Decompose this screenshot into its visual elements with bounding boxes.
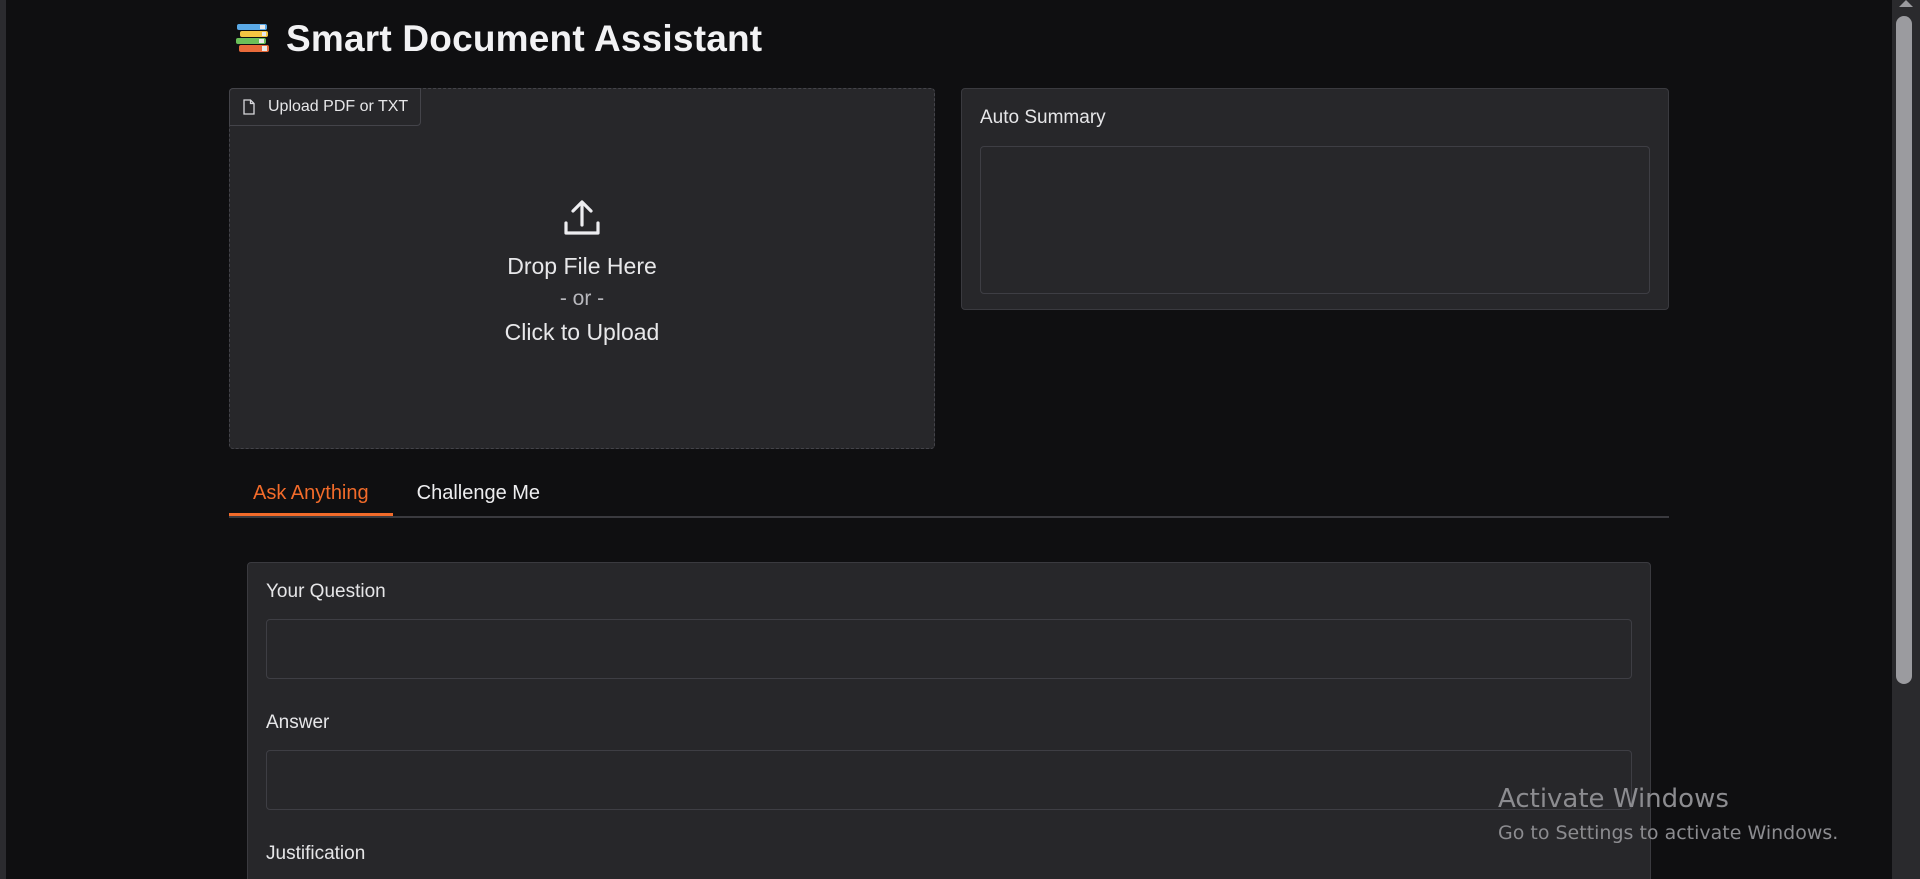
scroll-up-arrow-icon[interactable] [1899,0,1913,7]
auto-summary-output[interactable] [980,146,1650,294]
app-page: Smart Document Assistant Upload PDF or T… [0,0,1920,879]
question-label: Your Question [266,581,386,602]
upload-icon [564,200,600,235]
windows-activation-watermark: Activate Windows Go to Settings to activ… [1498,782,1838,850]
window-left-edge [0,0,6,879]
vertical-scrollbar[interactable] [1892,0,1920,879]
watermark-title: Activate Windows [1498,784,1729,814]
answer-label: Answer [266,712,330,733]
upload-label-text: Upload PDF or TXT [268,98,409,115]
click-to-upload-text[interactable]: Click to Upload [230,317,934,347]
answer-output[interactable] [266,750,1632,810]
upload-label-badge: Upload PDF or TXT [229,88,422,126]
file-upload-dropzone[interactable]: Upload PDF or TXT Drop File Here - or - … [229,88,935,449]
header: Smart Document Assistant [234,16,762,62]
watermark-subtitle: Go to Settings to activate Windows. [1498,822,1839,844]
page-title: Smart Document Assistant [286,18,763,59]
books-icon [236,24,269,52]
auto-summary-panel: Auto Summary [961,88,1669,310]
tab-ask-anything[interactable]: Ask Anything [229,472,393,516]
auto-summary-label: Auto Summary [980,107,1106,128]
upload-prompt[interactable]: Drop File Here - or - Click to Upload [230,197,934,347]
question-input[interactable] [266,619,1632,679]
tab-bar: Ask Anything Challenge Me [229,472,1669,518]
file-icon [243,99,255,115]
tab-challenge-me[interactable]: Challenge Me [393,472,564,516]
justification-label: Justification [266,843,366,864]
drop-file-text: Drop File Here [507,253,657,279]
ask-anything-panel: Your Question Answer Justification [247,562,1651,879]
or-separator-text: - or - [559,287,605,310]
scroll-thumb[interactable] [1896,16,1912,684]
